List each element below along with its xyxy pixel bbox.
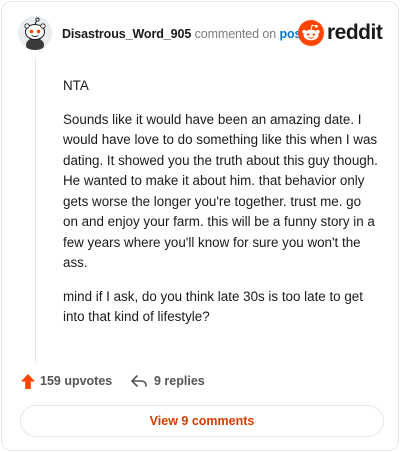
thread-line [35, 58, 36, 362]
reddit-wordmark: reddit [327, 21, 383, 44]
username-link[interactable]: Disastrous_Word_905 [62, 27, 191, 41]
byline-verb: commented on [194, 27, 277, 41]
comment-paragraph: mind if I ask, do you think late 30s is … [63, 288, 363, 325]
comment-body: NTA Sounds like it would have been an am… [63, 76, 379, 341]
upvote-arrow-icon [21, 373, 35, 389]
reddit-snoo-icon [298, 20, 324, 46]
replies-count: 9 replies [154, 374, 205, 388]
comment-card: Disastrous_Word_905 commented on post re… [1, 1, 399, 451]
avatar[interactable] [18, 16, 52, 50]
comment-paragraph: Sounds like it would have been an amazin… [63, 111, 378, 271]
comment-actions: 159 upvotes 9 replies [20, 371, 380, 391]
view-comments-button[interactable]: View 9 comments [20, 405, 384, 437]
upvote-count: 159 upvotes [40, 374, 113, 388]
upvote-button[interactable]: 159 upvotes [20, 371, 112, 391]
replies-button[interactable]: 9 replies [130, 371, 205, 391]
comment-header: Disastrous_Word_905 commented on post re… [18, 16, 384, 54]
byline: Disastrous_Word_905 commented on post [62, 27, 306, 41]
reply-arrow-icon [131, 375, 147, 387]
reddit-logo[interactable]: reddit [298, 20, 384, 46]
comment-paragraph: NTA [63, 78, 89, 93]
snoo-avatar-icon [18, 16, 52, 50]
view-comments-label: View 9 comments [149, 414, 255, 428]
